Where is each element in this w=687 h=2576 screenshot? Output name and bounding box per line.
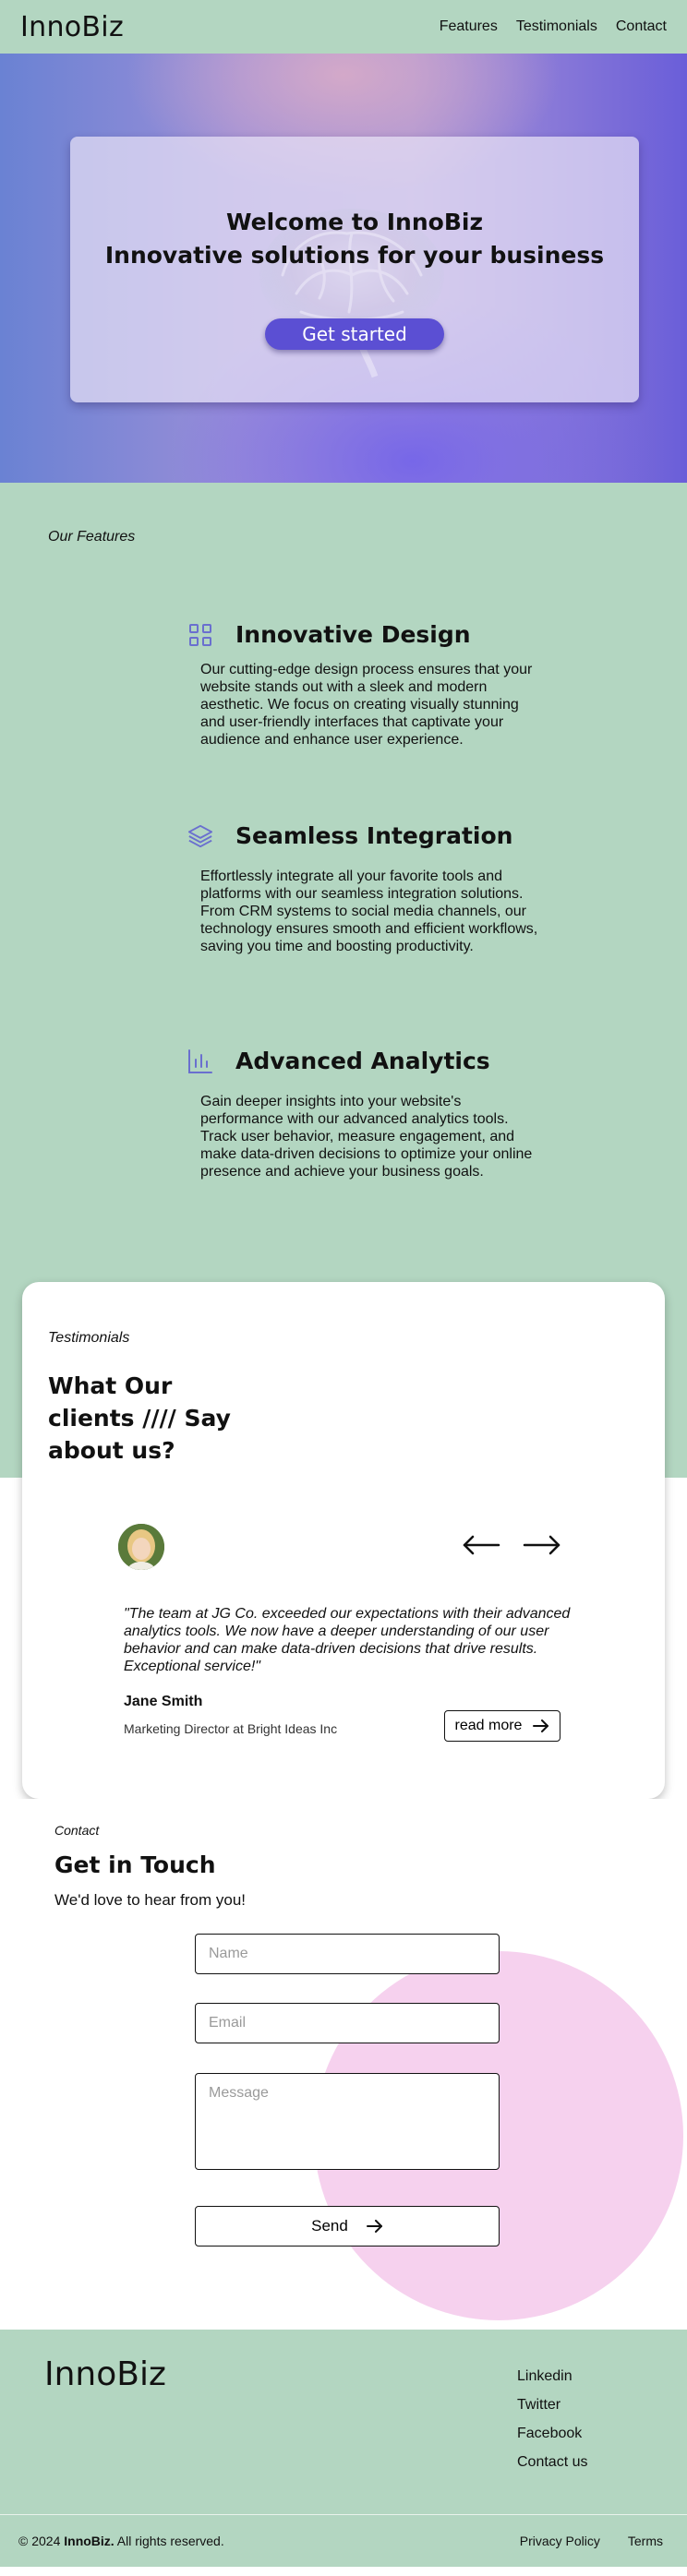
- feature-description: Effortlessly integrate all your favorite…: [200, 869, 538, 954]
- hero-section: Welcome to InnoBiz Innovative solutions …: [0, 54, 687, 483]
- testimonials-heading: What Our clients //// Say about us?: [48, 1372, 231, 1464]
- footer-links: Linkedin Twitter Facebook Contact us: [517, 2368, 587, 2471]
- nav-link-features[interactable]: Features: [440, 18, 498, 35]
- copyright-prefix: © 2024: [18, 2534, 65, 2548]
- feature-title: Innovative Design: [235, 621, 471, 648]
- nav-links: Features Testimonials Contact: [440, 18, 667, 35]
- grid-icon: [187, 622, 213, 648]
- email-field[interactable]: [195, 2003, 500, 2043]
- testimonials-eyebrow: Testimonials: [48, 1330, 130, 1346]
- testimonials-card: Testimonials What Our clients //// Say a…: [22, 1282, 665, 1799]
- next-arrow-icon[interactable]: [523, 1533, 561, 1557]
- feature-title: Seamless Integration: [235, 822, 513, 849]
- arrow-right-icon: [366, 2220, 382, 2233]
- contact-eyebrow: Contact: [54, 1823, 100, 1838]
- footer-link-linkedin[interactable]: Linkedin: [517, 2368, 587, 2385]
- feature-item: Innovative Design Our cutting-edge desig…: [187, 621, 538, 749]
- footer-divider: [0, 2514, 687, 2515]
- previous-arrow-icon[interactable]: [462, 1533, 500, 1557]
- feature-title: Advanced Analytics: [235, 1048, 490, 1074]
- avatar: [118, 1524, 164, 1570]
- get-started-button[interactable]: Get started: [265, 318, 444, 350]
- feature-item: Seamless Integration Effortlessly integr…: [187, 822, 538, 955]
- feature-item: Advanced Analytics Gain deeper insights …: [187, 1048, 538, 1180]
- logo[interactable]: InnoBiz: [20, 11, 124, 43]
- testimonial-role: Marketing Director at Bright Ideas Inc: [124, 1721, 338, 1736]
- nav-link-contact[interactable]: Contact: [616, 18, 667, 35]
- feature-description: Gain deeper insights into your website's…: [200, 1094, 533, 1180]
- copyright-brand: InnoBiz.: [64, 2534, 114, 2548]
- testimonial-name: Jane Smith: [124, 1694, 203, 1709]
- message-field[interactable]: [195, 2073, 500, 2170]
- copyright-suffix: All rights reserved.: [114, 2534, 224, 2548]
- contact-subtitle: We'd love to hear from you!: [54, 1891, 247, 1909]
- read-more-label: read more: [454, 1718, 523, 1733]
- feature-description: Our cutting-edge design process ensures …: [200, 662, 533, 748]
- hero-title: Welcome to InnoBiz: [226, 209, 483, 235]
- contact-title: Get in Touch: [54, 1851, 216, 1878]
- layers-icon: [187, 823, 213, 849]
- footer-link-facebook[interactable]: Facebook: [517, 2426, 587, 2442]
- send-label: Send: [311, 2217, 348, 2235]
- read-more-button[interactable]: read more: [444, 1710, 560, 1742]
- features-eyebrow: Our Features: [48, 529, 136, 545]
- nav-link-testimonials[interactable]: Testimonials: [516, 18, 597, 35]
- hero-subtitle: Innovative solutions for your business: [104, 242, 605, 269]
- contact-section: Contact Get in Touch We'd love to hear f…: [0, 1799, 687, 2330]
- hero-card: Welcome to InnoBiz Innovative solutions …: [70, 137, 639, 402]
- top-nav: InnoBiz Features Testimonials Contact: [0, 0, 687, 54]
- footer-legal: Privacy Policy Terms: [520, 2534, 663, 2548]
- privacy-policy-link[interactable]: Privacy Policy: [520, 2534, 600, 2548]
- footer-link-twitter[interactable]: Twitter: [517, 2397, 587, 2414]
- bar-chart-icon: [187, 1048, 213, 1074]
- arrow-right-icon: [533, 1719, 549, 1732]
- footer: InnoBiz Linkedin Twitter Facebook Contac…: [0, 2330, 687, 2567]
- footer-link-contact-us[interactable]: Contact us: [517, 2454, 587, 2471]
- name-field[interactable]: [195, 1934, 500, 1974]
- testimonial-quote: "The team at JG Co. exceeded our expecta…: [124, 1606, 571, 1674]
- footer-logo[interactable]: InnoBiz: [44, 2355, 166, 2393]
- terms-link[interactable]: Terms: [628, 2534, 663, 2548]
- send-button[interactable]: Send: [195, 2206, 500, 2247]
- copyright: © 2024 InnoBiz. All rights reserved.: [18, 2534, 224, 2548]
